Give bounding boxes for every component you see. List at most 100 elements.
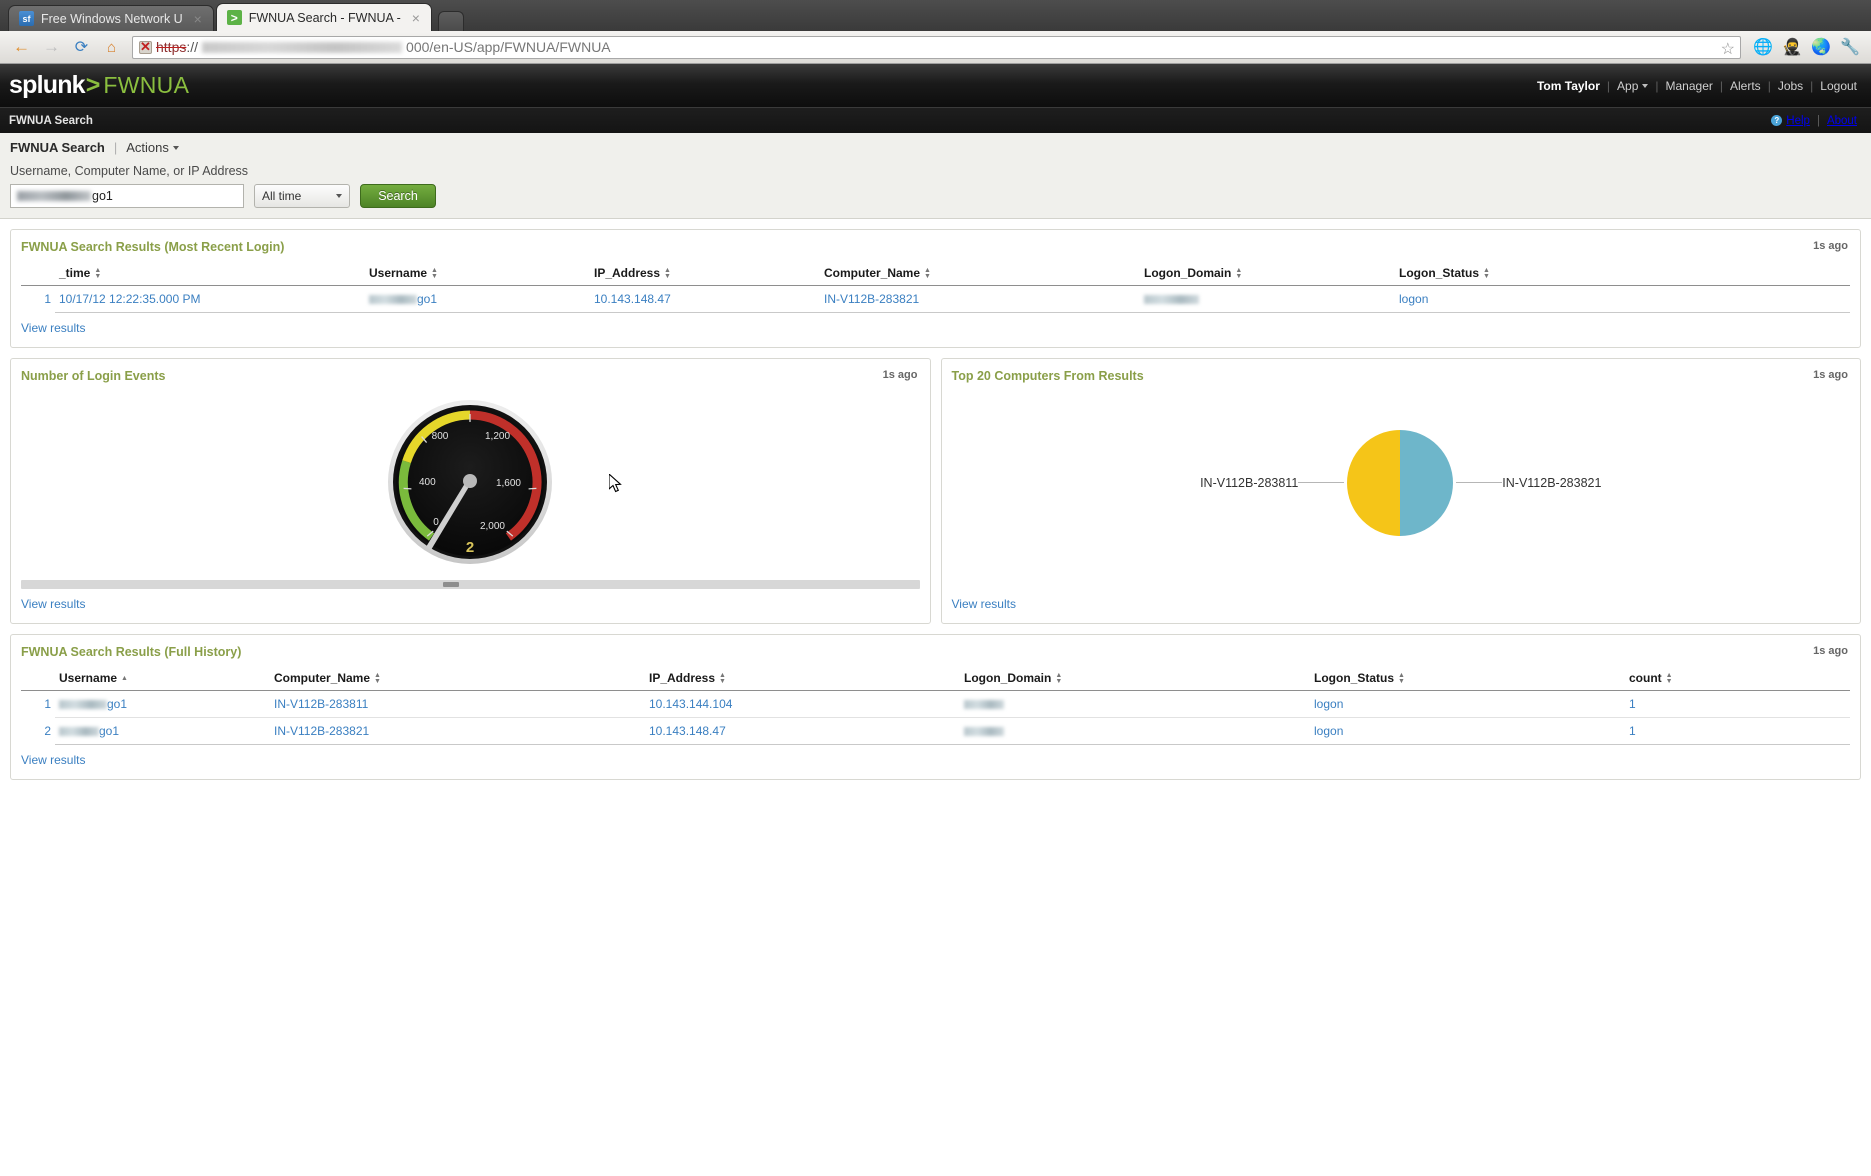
panel-title: FWNUA Search Results (Most Recent Login) bbox=[21, 240, 285, 254]
browser-globe-icon[interactable]: 🌏 bbox=[1808, 34, 1834, 60]
pie-slice-283811[interactable] bbox=[1347, 429, 1401, 536]
breadcrumb: FWNUA Search | Actions bbox=[10, 140, 1861, 155]
sort-icon[interactable]: ▲ bbox=[121, 675, 128, 682]
cell-logon-status[interactable]: logon bbox=[1310, 690, 1625, 718]
sort-icon[interactable]: ▲ ▼ bbox=[924, 267, 931, 280]
new-tab-button[interactable] bbox=[437, 11, 464, 31]
column-header-count[interactable]: count ▲ ▼ bbox=[1625, 667, 1850, 691]
column-header-computer-name[interactable]: Computer_Name ▲ ▼ bbox=[270, 667, 645, 691]
column-header-logon-status[interactable]: Logon_Status ▲ ▼ bbox=[1310, 667, 1625, 691]
splunk-subnav: FWNUA Search ? Help | About bbox=[0, 107, 1871, 133]
cell-ip-address[interactable]: 10.143.148.47 bbox=[645, 717, 960, 745]
close-icon[interactable]: × bbox=[191, 11, 205, 27]
insecure-certificate-icon[interactable] bbox=[139, 39, 152, 55]
cell-count[interactable]: 1 bbox=[1625, 717, 1850, 745]
cell-ip-address[interactable]: 10.143.148.47 bbox=[590, 285, 820, 313]
sf-icon: sf bbox=[19, 11, 34, 26]
sort-icon[interactable]: ▲ ▼ bbox=[1055, 672, 1062, 685]
wrench-icon[interactable]: 🔧 bbox=[1837, 34, 1863, 60]
cell-logon-domain[interactable] bbox=[960, 690, 1310, 718]
nav-alerts[interactable]: Alerts bbox=[1730, 79, 1761, 93]
cell-computer-name[interactable]: IN-V112B-283811 bbox=[270, 690, 645, 718]
column-header-logon-domain[interactable]: Logon_Domain ▲ ▼ bbox=[960, 667, 1310, 691]
cell-logon-domain[interactable] bbox=[960, 717, 1310, 745]
chevron-down-icon[interactable] bbox=[172, 145, 179, 150]
cell-logon-status[interactable]: logon bbox=[1395, 285, 1850, 313]
nav-manager[interactable]: Manager bbox=[1666, 79, 1713, 93]
view-results-link[interactable]: View results bbox=[952, 597, 1016, 611]
sort-icon[interactable]: ▲ ▼ bbox=[664, 267, 671, 280]
cell-ip-address[interactable]: 10.143.144.104 bbox=[645, 690, 960, 718]
splunk-logo[interactable]: splunk > FWNUA bbox=[9, 71, 189, 100]
about-link[interactable]: About bbox=[1827, 115, 1857, 127]
cell-computer-name[interactable]: IN-V112B-283821 bbox=[820, 285, 1140, 313]
sort-icon[interactable]: ▲ ▼ bbox=[431, 267, 438, 280]
sort-icon[interactable]: ▲ ▼ bbox=[374, 672, 381, 685]
column-header-time[interactable]: _time ▲ ▼ bbox=[55, 262, 365, 286]
nav-jobs[interactable]: Jobs bbox=[1778, 79, 1803, 93]
search-input[interactable]: go1 bbox=[10, 184, 244, 208]
back-arrow-icon[interactable]: ← bbox=[8, 34, 35, 60]
table-header-row: Username ▲ Computer_Name ▲ ▼ IP_Address ▲ ▼ L… bbox=[21, 667, 1850, 691]
cell-logon-status[interactable]: logon bbox=[1310, 717, 1625, 745]
sort-icon[interactable]: ▲ ▼ bbox=[1398, 672, 1405, 685]
sort-icon[interactable]: ▲ ▼ bbox=[1235, 267, 1242, 280]
help-icon: ? bbox=[1771, 115, 1783, 126]
forward-arrow-icon[interactable]: → bbox=[38, 34, 65, 60]
cell-count[interactable]: 1 bbox=[1625, 690, 1850, 718]
cell-username[interactable]: go1 bbox=[55, 717, 270, 745]
globe-icon[interactable]: 🌐 bbox=[1750, 34, 1776, 60]
cell-logon-domain[interactable] bbox=[1140, 285, 1395, 313]
cell-username[interactable]: go1 bbox=[365, 285, 590, 313]
panel-footer: View results bbox=[942, 589, 1861, 623]
scrollbar-thumb[interactable] bbox=[443, 582, 460, 587]
row-number-header bbox=[21, 667, 55, 691]
column-header-ip-address[interactable]: IP_Address ▲ ▼ bbox=[590, 262, 820, 286]
time-range-picker[interactable]: All time bbox=[254, 184, 350, 208]
column-header-ip-address[interactable]: IP_Address ▲ ▼ bbox=[645, 667, 960, 691]
reload-icon[interactable]: ⟳ bbox=[68, 34, 95, 60]
search-controls: go1 All time Search bbox=[10, 184, 1861, 208]
help-link[interactable]: Help bbox=[1786, 115, 1810, 127]
splunk-wordmark: splunk bbox=[9, 71, 86, 99]
browser-tab-inactive[interactable]: sf Free Windows Network U × bbox=[8, 5, 214, 31]
subnav-app-label[interactable]: FWNUA Search bbox=[9, 115, 93, 127]
sort-icon[interactable]: ▲ ▼ bbox=[1666, 672, 1673, 685]
nav-app[interactable]: App bbox=[1617, 79, 1638, 93]
results-table: Username ▲ Computer_Name ▲ ▼ IP_Address ▲ ▼ L… bbox=[21, 667, 1850, 745]
cell-computer-name[interactable]: IN-V112B-283821 bbox=[270, 717, 645, 745]
sort-icon[interactable]: ▲ ▼ bbox=[94, 267, 101, 280]
browser-tab-active[interactable]: > FWNUA Search - FWNUA - × bbox=[215, 3, 432, 31]
subnav-links: ? Help | About bbox=[1771, 115, 1857, 127]
column-header-logon-domain[interactable]: Logon_Domain ▲ ▼ bbox=[1140, 262, 1395, 286]
redacted-value bbox=[59, 727, 99, 737]
bookmark-star-icon[interactable]: ☆ bbox=[1721, 39, 1735, 58]
view-results-link[interactable]: View results bbox=[21, 753, 85, 767]
close-icon[interactable]: × bbox=[409, 10, 423, 26]
sort-icon[interactable]: ▲ ▼ bbox=[1483, 267, 1490, 280]
column-header-logon-status[interactable]: Logon_Status ▲ ▼ bbox=[1395, 262, 1850, 286]
view-results-link[interactable]: View results bbox=[21, 321, 85, 335]
incognito-mask-icon[interactable]: 🥷 bbox=[1779, 34, 1805, 60]
pie-chart: IN-V112B-283811 IN-V112B-283821 bbox=[942, 385, 1861, 580]
column-header-computer-name[interactable]: Computer_Name ▲ ▼ bbox=[820, 262, 1140, 286]
column-header-username[interactable]: Username ▲ bbox=[55, 667, 270, 691]
row-number-header bbox=[21, 262, 55, 286]
row-number: 1 bbox=[44, 292, 51, 307]
chevron-down-icon[interactable] bbox=[1642, 83, 1649, 88]
cell-username[interactable]: go1 bbox=[55, 690, 270, 718]
sort-icon[interactable]: ▲ ▼ bbox=[719, 672, 726, 685]
url-bar[interactable]: https :// 000/en-US/app/FWNUA/FWNUA ☆ bbox=[132, 35, 1741, 59]
horizontal-scrollbar[interactable] bbox=[21, 580, 920, 589]
panel-title: FWNUA Search Results (Full History) bbox=[21, 645, 242, 659]
gauge-chart: 0 400 800 1,200 1,600 2,000 2 bbox=[11, 385, 930, 580]
pie-slice-283821[interactable] bbox=[1400, 429, 1454, 536]
splunk-icon: > bbox=[226, 10, 242, 25]
actions-menu[interactable]: Actions bbox=[126, 140, 169, 155]
view-results-link[interactable]: View results bbox=[21, 597, 85, 611]
search-button[interactable]: Search bbox=[360, 184, 436, 208]
home-icon[interactable]: ⌂ bbox=[98, 34, 125, 60]
nav-logout[interactable]: Logout bbox=[1820, 79, 1857, 93]
column-header-username[interactable]: Username ▲ ▼ bbox=[365, 262, 590, 286]
cell-time[interactable]: 10/17/12 12:22:35.000 PM bbox=[55, 285, 365, 313]
